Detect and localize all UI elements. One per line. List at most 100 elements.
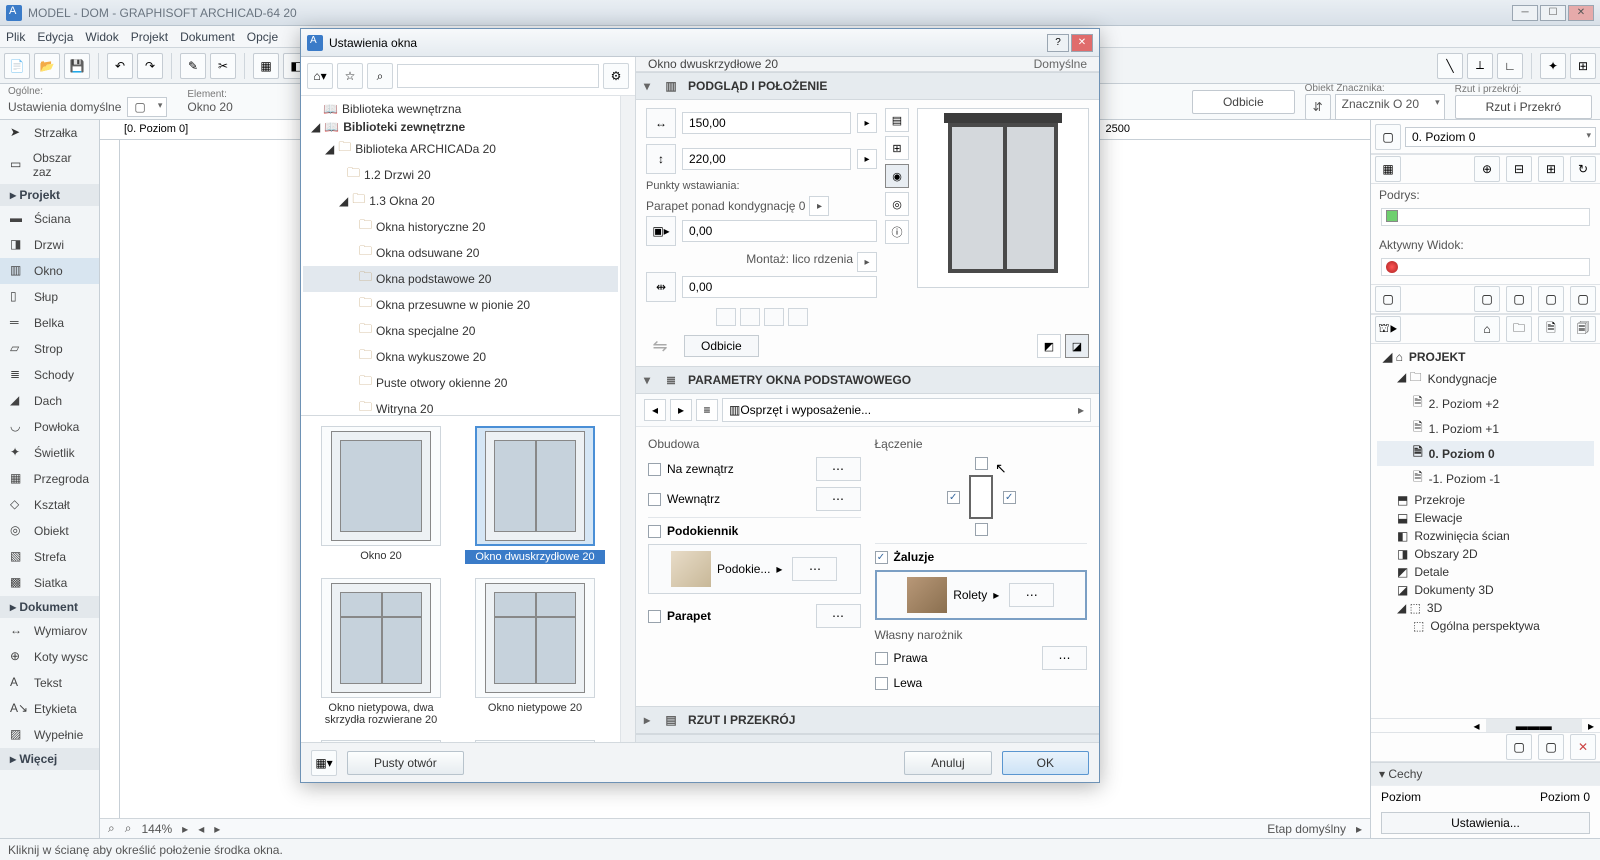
tool-marquee[interactable]: Obszar zaz (0, 146, 99, 184)
param-edit-btn[interactable]: ⋯ (1009, 583, 1054, 607)
tool-btn[interactable]: ✎ (180, 53, 206, 79)
tool-beam[interactable]: Belka (0, 310, 99, 336)
tool-skylight[interactable]: Świetlik (0, 440, 99, 466)
etap-label[interactable]: Etap domyślny (1267, 822, 1346, 836)
tool-object[interactable]: Obiekt (0, 518, 99, 544)
favorite-icon[interactable]: ☆ (337, 63, 363, 89)
tool-btn[interactable]: ∟ (1497, 53, 1523, 79)
tool-zone[interactable]: Strefa (0, 544, 99, 570)
checkbox-wewnatrz[interactable] (648, 493, 661, 506)
tab-next-button[interactable]: ▸ (670, 399, 692, 421)
section-params-header[interactable]: ≣PARAMETRY OKNA PODSTAWOWEGO (636, 366, 1099, 394)
cancel-button[interactable]: Anuluj (904, 751, 991, 775)
join-right-chk[interactable] (1003, 491, 1016, 504)
link-btn[interactable]: ▸ (857, 149, 877, 169)
nav-icon[interactable]: ⊞ (1538, 156, 1564, 182)
tool-btn[interactable]: ↶ (107, 53, 133, 79)
tool-wall[interactable]: Ściana (0, 206, 99, 232)
anchor-btn[interactable] (764, 308, 784, 326)
checkbox-podokiennik[interactable] (648, 525, 661, 538)
thumb-scrollbar[interactable] (620, 416, 635, 742)
toolbox-head-project[interactable]: ▸ Projekt (0, 184, 99, 206)
cechy-header[interactable]: ▾ Cechy (1371, 762, 1600, 785)
rzut-button[interactable]: Rzut i Przekró (1455, 95, 1592, 119)
nav-icon[interactable]: ⊕ (1474, 156, 1500, 182)
section-rzut-header[interactable]: ▤RZUT I PRZEKRÓJ (636, 706, 1099, 734)
tool-mesh[interactable]: Siatka (0, 570, 99, 596)
thumb-item[interactable]: Okno 20 (311, 426, 451, 564)
tool-shell[interactable]: Powłoka (0, 414, 99, 440)
join-top-chk[interactable] (975, 457, 988, 470)
param-edit-btn[interactable]: ⋯ (1042, 646, 1087, 670)
thumb-item[interactable]: Okno nietypowe 20 (465, 578, 605, 726)
odbicie-button[interactable]: Odbicie (1192, 90, 1295, 114)
preview-mode-icon[interactable]: ◉ (885, 164, 909, 188)
nav-delete-icon[interactable]: ✕ (1570, 734, 1596, 760)
tool-btn[interactable]: ▦ (253, 53, 279, 79)
checkbox-parapet[interactable] (648, 610, 661, 623)
nav-icon[interactable]: ▢ (1538, 734, 1564, 760)
nav-icon[interactable]: ▢ (1375, 286, 1401, 312)
ok-button[interactable]: OK (1002, 751, 1089, 775)
preview-mode-icon[interactable]: ◎ (885, 192, 909, 216)
nav-icon[interactable]: ⊟ (1506, 156, 1532, 182)
toolbox-head-document[interactable]: ▸ Dokument (0, 596, 99, 618)
menu-plik[interactable]: Plik (6, 30, 25, 44)
tool-window[interactable]: Okno (0, 258, 99, 284)
footer-options-icon[interactable]: ▦▾ (311, 750, 337, 776)
nav-tab[interactable]: ⌂ (1474, 316, 1500, 342)
opening-dir-btn[interactable]: ◩ (1037, 334, 1061, 358)
preview-3d[interactable] (917, 108, 1089, 288)
tool-column[interactable]: Słup (0, 284, 99, 310)
nav-view-btn[interactable]: ⛫▸ (1375, 316, 1401, 342)
opening-dir-btn[interactable]: ◪ (1065, 334, 1089, 358)
search-input[interactable] (397, 64, 599, 88)
podokiennik-preview[interactable]: Podokie...▸ ⋯ (648, 544, 861, 594)
preview-mode-icon[interactable]: ⊞ (885, 136, 909, 160)
checkbox-prawa[interactable] (875, 652, 888, 665)
nav-tab[interactable]: 🗀 (1506, 316, 1532, 342)
thumb-item[interactable]: Okno nietypowa, dwa skrzydła rozwierane … (311, 578, 451, 726)
menu-opcje[interactable]: Opcje (247, 30, 278, 44)
preview-mode-icon[interactable]: ⓘ (885, 220, 909, 244)
close-button[interactable]: ✕ (1568, 5, 1594, 21)
anchor-btn[interactable] (716, 308, 736, 326)
tool-dimension[interactable]: Wymiarov (0, 618, 99, 644)
empty-opening-button[interactable]: Pusty otwór (347, 751, 464, 775)
tool-btn[interactable]: 📄 (4, 53, 30, 79)
minimize-button[interactable]: ─ (1512, 5, 1538, 21)
nav-icon[interactable]: ▢ (1506, 734, 1532, 760)
mount-popup-btn[interactable]: ▸ (857, 252, 877, 272)
dialog-close-button[interactable]: ✕ (1071, 34, 1093, 52)
menu-projekt[interactable]: Projekt (131, 30, 168, 44)
link-btn[interactable]: ▸ (857, 113, 877, 133)
dialog-titlebar[interactable]: Ustawienia okna ? ✕ (301, 29, 1099, 57)
param-edit-btn[interactable]: ⋯ (816, 487, 861, 511)
search-icon[interactable]: ⌕ (367, 63, 393, 89)
thumbnail-grid[interactable]: Okno 20 Okno dwuskrzydłowe 20 Okno niety… (301, 416, 620, 742)
menu-widok[interactable]: Widok (85, 30, 118, 44)
nav-icon[interactable]: ▢ (1474, 286, 1500, 312)
mirror-button[interactable]: Odbicie (684, 335, 759, 357)
tool-btn[interactable]: ⟂ (1467, 53, 1493, 79)
nav-story-select[interactable]: 0. Poziom 0 (1405, 127, 1596, 147)
library-tree[interactable]: Biblioteka wewnętrzna ◢Biblioteki zewnęt… (301, 96, 620, 416)
tool-morph[interactable]: Kształt (0, 492, 99, 518)
parapet-popup-btn[interactable]: ▸ (809, 196, 829, 216)
param-page-select[interactable]: ▥ Osprzęt i wyposażenie... (722, 398, 1091, 422)
zaluzje-preview[interactable]: Rolety▸ ⋯ (875, 570, 1088, 620)
tool-fill[interactable]: Wypełnie (0, 722, 99, 748)
tab-prev-button[interactable]: ◂ (644, 399, 666, 421)
height-input[interactable] (682, 148, 851, 170)
tool-curtainwall[interactable]: Przegroda (0, 466, 99, 492)
general-dropdown[interactable]: ▢ (127, 97, 167, 117)
anchor-btn[interactable] (740, 308, 760, 326)
join-bottom-chk[interactable] (975, 523, 988, 536)
navigator-tree[interactable]: ◢ ⌂PROJEKT ◢ 🗀Kondygnacje 🗎2. Poziom +2 … (1371, 344, 1600, 718)
tool-btn[interactable]: ╲ (1437, 53, 1463, 79)
preview-mode-icon[interactable]: ▤ (885, 108, 909, 132)
marker-icon-btn[interactable]: ⇵ (1305, 94, 1331, 120)
nav-icon[interactable]: ↻ (1570, 156, 1596, 182)
section-znacznik-header[interactable]: ⊕ZNACZNIK WYMIAROWANIA (636, 734, 1099, 742)
section-preview-header[interactable]: ▥PODGLĄD I POŁOŻENIE (636, 72, 1099, 100)
